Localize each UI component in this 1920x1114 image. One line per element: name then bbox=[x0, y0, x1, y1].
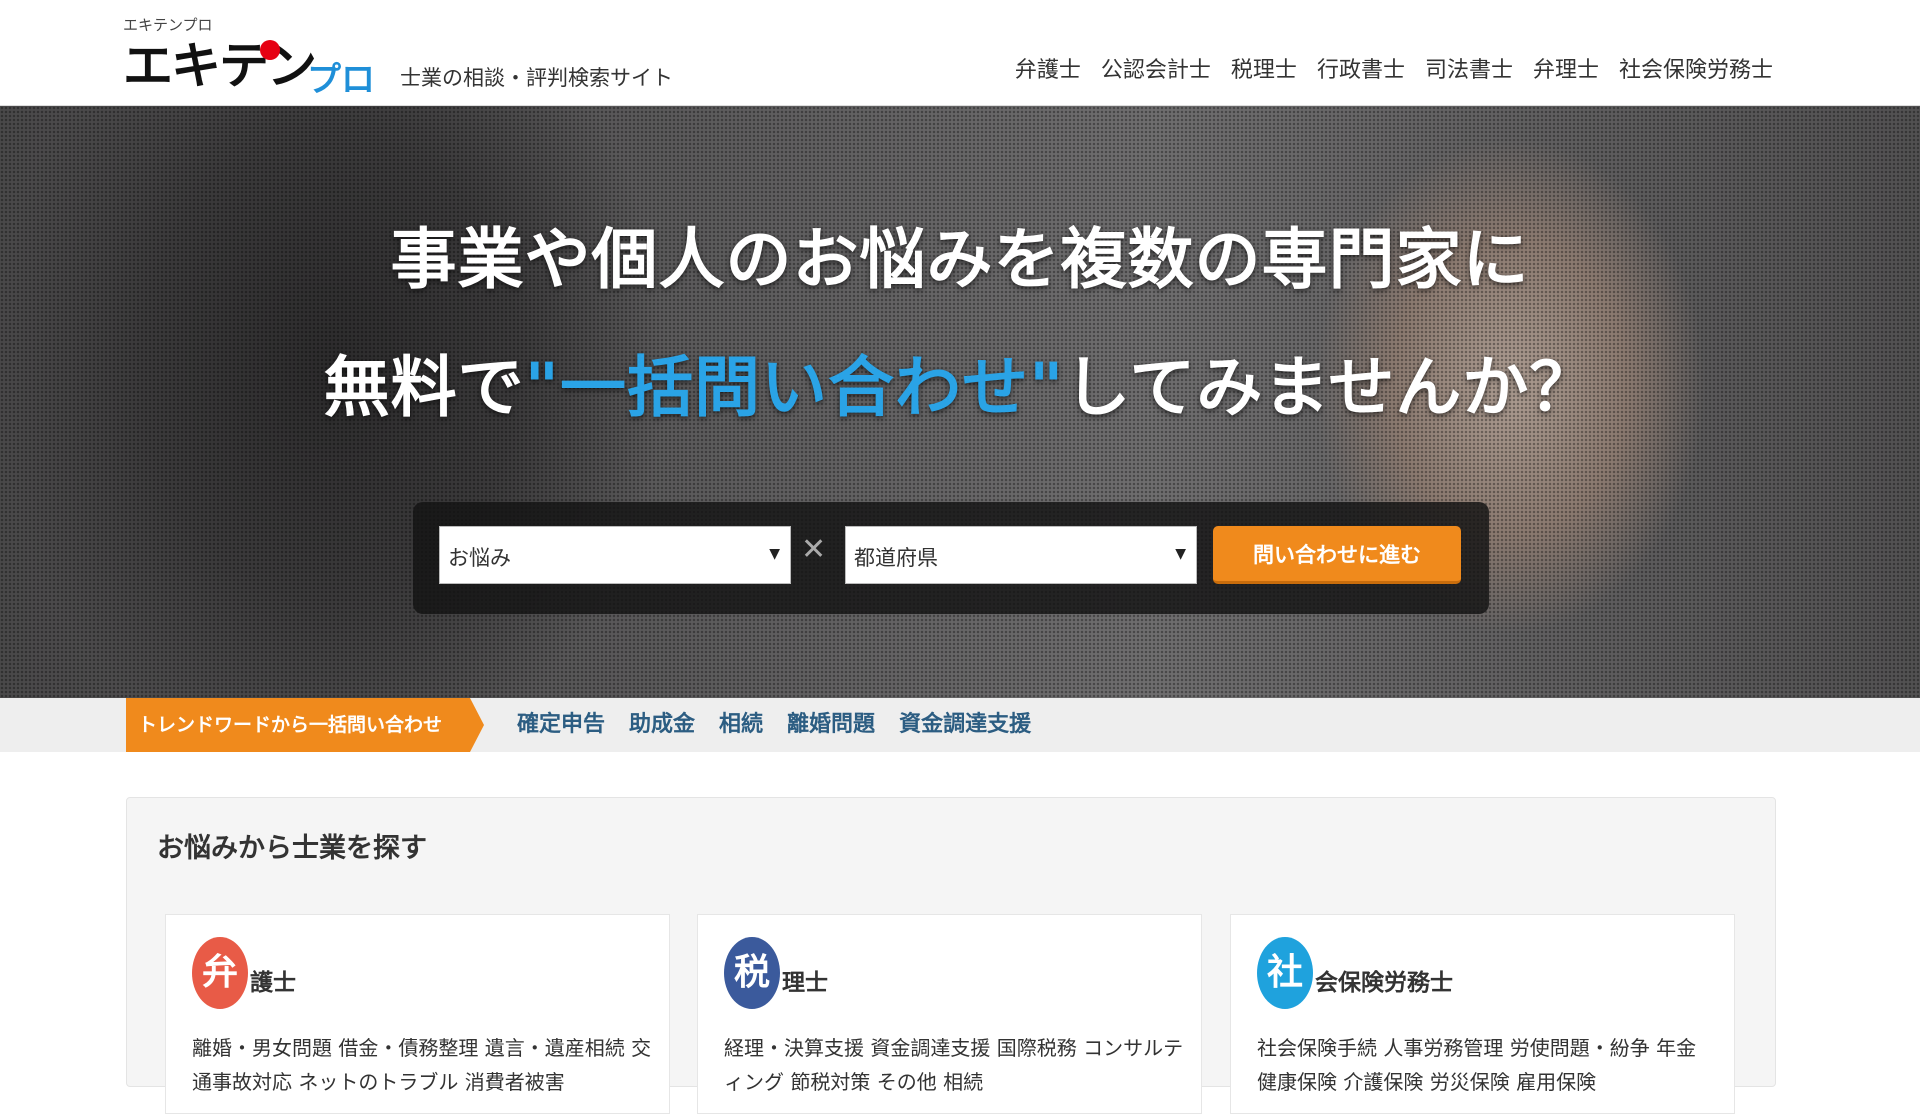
trend-links: 確定申告 助成金 相続 離婚問題 資金調達支援 bbox=[517, 698, 1031, 752]
category-card-labor[interactable]: 社 会保険労務士 社会保険手続 人事労務管理 労使問題・紛争 年金 健康保険 介… bbox=[1230, 914, 1735, 1114]
trend-label: トレンドワードから一括問い合わせ bbox=[126, 698, 485, 752]
category-badge: 社 bbox=[1257, 937, 1313, 1009]
search-panel: お悩み ▼ ✕ 都道府県 ▼ 問い合わせに進む bbox=[413, 502, 1489, 614]
inquiry-submit-button[interactable]: 問い合わせに進む bbox=[1213, 526, 1461, 584]
category-badge: 弁 bbox=[192, 937, 248, 1009]
worry-select[interactable]: お悩み ▼ bbox=[439, 526, 791, 584]
category-links[interactable]: 経理・決算支援 資金調達支援 国際税務 コンサルティング 節税対策 その他 相続 bbox=[724, 1031, 1184, 1099]
hero-line2-prefix: 無料で bbox=[323, 349, 525, 426]
category-links[interactable]: 離婚・男女問題 借金・債務整理 遺言・遺産相続 交通事故対応 ネットのトラブル … bbox=[192, 1031, 652, 1099]
hero-heading-line1: 事業や個人のお悩みを複数の専門家に bbox=[390, 221, 1530, 298]
logo-pro[interactable]: プロ bbox=[307, 52, 375, 101]
trend-bar: トレンドワードから一括問い合わせ 確定申告 助成金 相続 離婚問題 資金調達支援 bbox=[0, 698, 1920, 752]
nav-administrative-scrivener[interactable]: 行政書士 bbox=[1317, 52, 1405, 84]
hero-line2-suffix: してみませんか？ bbox=[1064, 349, 1597, 426]
nav-cpa[interactable]: 公認会計士 bbox=[1101, 52, 1211, 84]
trend-link-tax-return[interactable]: 確定申告 bbox=[517, 698, 605, 752]
trend-link-subsidy[interactable]: 助成金 bbox=[629, 698, 695, 752]
category-card-lawyer[interactable]: 弁 護士 離婚・男女問題 借金・債務整理 遺言・遺産相続 交通事故対応 ネットの… bbox=[165, 914, 670, 1114]
site-header: エキテンプロ エキテン プロ 士業の相談・評判検索サイト 弁護士 公認会計士 税… bbox=[0, 0, 1920, 106]
hero-line2-highlight: "一括問い合わせ" bbox=[524, 349, 1065, 426]
hero-banner: 事業や個人のお悩みを複数の専門家に 無料で"一括問い合わせ"してみませんか？ お… bbox=[0, 106, 1920, 698]
nav-patent-attorney[interactable]: 弁理士 bbox=[1533, 52, 1599, 84]
category-title: 会保険労務士 bbox=[1315, 970, 1453, 996]
trend-link-funding[interactable]: 資金調達支援 bbox=[899, 698, 1031, 752]
category-title: 理士 bbox=[782, 970, 828, 996]
find-by-worry-section: お悩みから士業を探す 弁 護士 離婚・男女問題 借金・債務整理 遺言・遺産相続 … bbox=[126, 797, 1776, 1114]
nav-tax-accountant[interactable]: 税理士 bbox=[1231, 52, 1297, 84]
main-nav: 弁護士 公認会計士 税理士 行政書士 司法書士 弁理士 社会保険労務士 bbox=[1015, 52, 1773, 84]
dropdown-arrow-icon: ▼ bbox=[769, 546, 780, 562]
hero-heading-line2: 無料で"一括問い合わせ"してみませんか？ bbox=[0, 334, 1920, 430]
category-badge: 税 bbox=[724, 937, 780, 1009]
nav-labor-consultant[interactable]: 社会保険労務士 bbox=[1619, 52, 1773, 84]
prefecture-select-value: 都道府県 bbox=[854, 546, 938, 570]
prefecture-select[interactable]: 都道府県 ▼ bbox=[845, 526, 1197, 584]
nav-lawyer[interactable]: 弁護士 bbox=[1015, 52, 1081, 84]
trend-link-divorce[interactable]: 離婚問題 bbox=[787, 698, 875, 752]
section-title: お悩みから士業を探す bbox=[157, 833, 427, 864]
category-title: 護士 bbox=[250, 970, 296, 996]
dropdown-arrow-icon: ▼ bbox=[1175, 546, 1186, 562]
logo-caption: エキテンプロ bbox=[123, 16, 213, 34]
site-logo[interactable]: エキテン bbox=[123, 36, 317, 96]
logo-dot-icon bbox=[260, 40, 280, 60]
worry-select-value: お悩み bbox=[448, 546, 511, 570]
site-tagline: 士業の相談・評判検索サイト bbox=[400, 66, 673, 90]
trend-link-inheritance[interactable]: 相続 bbox=[719, 698, 763, 752]
times-icon: ✕ bbox=[801, 532, 827, 567]
category-card-tax[interactable]: 税 理士 経理・決算支援 資金調達支援 国際税務 コンサルティング 節税対策 そ… bbox=[697, 914, 1202, 1114]
nav-judicial-scrivener[interactable]: 司法書士 bbox=[1425, 52, 1513, 84]
category-links[interactable]: 社会保険手続 人事労務管理 労使問題・紛争 年金 健康保険 介護保険 労災保険 … bbox=[1257, 1031, 1717, 1099]
